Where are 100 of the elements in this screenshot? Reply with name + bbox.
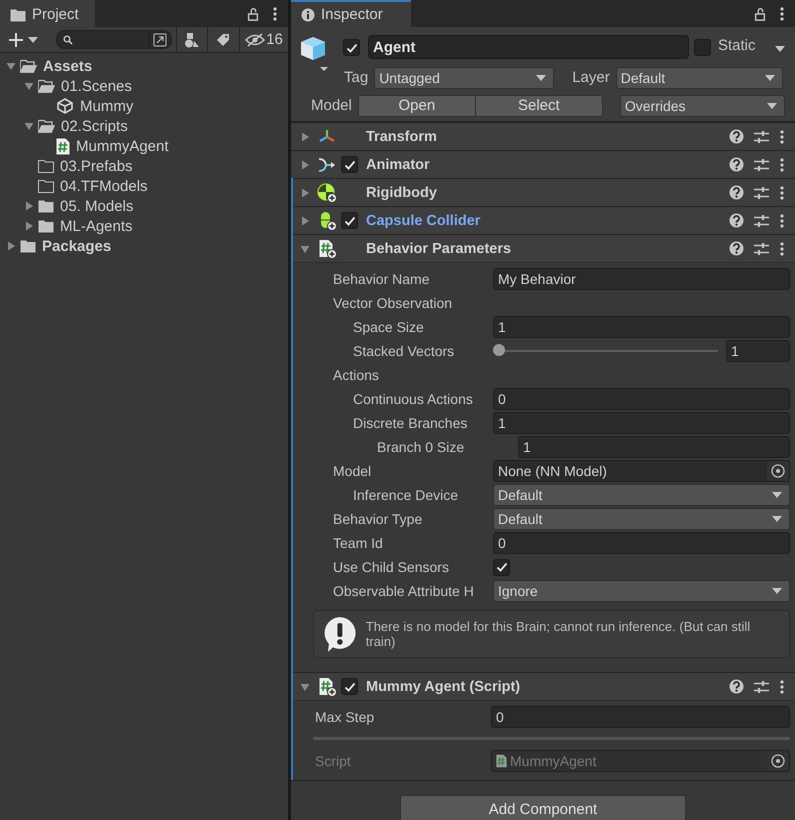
checkbox[interactable] <box>694 39 711 56</box>
cube-outline-icon <box>56 98 74 114</box>
preset-icon[interactable] <box>754 242 769 256</box>
dropdown[interactable]: Default <box>493 508 790 530</box>
expand-arrow-icon[interactable] <box>299 214 311 226</box>
menu-icon[interactable] <box>779 680 785 694</box>
tree-item[interactable]: Mummy <box>80 98 134 114</box>
preset-icon[interactable] <box>754 130 769 144</box>
check-icon <box>344 682 356 692</box>
tree-item[interactable]: ML-Agents <box>60 218 133 234</box>
expand-icon <box>153 32 168 46</box>
field-label: Behavior Type <box>333 511 422 527</box>
inspector-tab[interactable]: Inspector <box>291 0 411 27</box>
tree-item[interactable]: 05. Models <box>60 198 134 214</box>
expand-arrow-icon[interactable] <box>23 120 35 132</box>
menu-icon[interactable] <box>272 6 278 20</box>
project-tab[interactable]: Project <box>0 0 95 27</box>
tree-item[interactable]: 01.Scenes <box>61 78 132 94</box>
expand-arrow-icon[interactable] <box>23 200 35 212</box>
text-field[interactable]: My Behavior <box>493 268 790 290</box>
script-file-icon <box>56 138 70 154</box>
number-field[interactable]: 1 <box>726 340 790 362</box>
checkbox[interactable] <box>341 678 358 695</box>
field-label: Stacked Vectors <box>353 343 454 359</box>
expand-arrow-icon[interactable] <box>5 240 17 252</box>
expand-arrow-icon[interactable] <box>299 158 311 170</box>
preset-icon[interactable] <box>754 158 769 172</box>
help-icon[interactable] <box>729 241 744 256</box>
preset-icon[interactable] <box>754 680 769 694</box>
checkbox[interactable] <box>493 558 510 576</box>
text-field[interactable]: 0 <box>493 388 790 410</box>
check-icon <box>344 216 356 226</box>
tree-item[interactable]: 02.Scripts <box>61 118 128 134</box>
preset-icon[interactable] <box>754 186 769 200</box>
checkbox[interactable] <box>341 156 358 173</box>
expand-arrow-icon[interactable] <box>299 186 311 198</box>
caret-icon[interactable] <box>775 46 785 52</box>
tree-item[interactable]: Assets <box>43 58 92 74</box>
tree-item[interactable]: 04.TFModels <box>60 178 148 194</box>
dropdown[interactable]: Untagged <box>374 66 554 88</box>
checkbox[interactable] <box>341 212 358 229</box>
dropdown[interactable]: Default <box>616 66 783 88</box>
tree-item[interactable]: 03.Prefabs <box>60 158 133 174</box>
dropdown[interactable]: Default <box>493 484 790 506</box>
menu-icon[interactable] <box>779 214 785 228</box>
expand-arrow-icon[interactable] <box>299 130 311 142</box>
field-label: Use Child Sensors <box>333 559 449 575</box>
component-header[interactable]: Behavior Parameters <box>291 234 795 262</box>
menu-icon[interactable] <box>779 158 785 172</box>
target-icon[interactable] <box>771 464 785 478</box>
component-header[interactable]: Rigidbody <box>291 178 795 206</box>
tag-icon <box>216 32 230 46</box>
text-field[interactable]: 0 <box>493 532 790 554</box>
text-field[interactable]: 1 <box>493 412 790 434</box>
text-field[interactable]: 1 <box>493 316 790 338</box>
object-field[interactable]: None (NN Model) <box>493 460 790 482</box>
slider-thumb[interactable] <box>493 344 505 356</box>
component-name: Behavior Parameters <box>366 240 512 256</box>
hidden-packages-button[interactable]: 16 <box>239 26 288 52</box>
menu-icon[interactable] <box>779 130 785 144</box>
help-icon[interactable] <box>729 679 744 694</box>
select-button[interactable]: Select <box>476 96 602 116</box>
open-folder-icon <box>38 119 55 133</box>
dropdown[interactable]: Ignore <box>493 580 790 602</box>
checkbox[interactable] <box>343 39 360 56</box>
field-label: Discrete Branches <box>353 415 468 431</box>
menu-icon[interactable] <box>779 6 785 20</box>
help-icon[interactable] <box>729 213 744 228</box>
expand-arrow-icon[interactable] <box>23 220 35 232</box>
check-icon <box>346 42 358 52</box>
add-component-button[interactable]: Add Component <box>400 795 686 820</box>
help-icon[interactable] <box>729 157 744 172</box>
lock-icon[interactable] <box>246 6 260 20</box>
menu-icon[interactable] <box>779 186 785 200</box>
component-header[interactable]: Mummy Agent (Script) <box>291 672 795 700</box>
help-icon[interactable] <box>729 185 744 200</box>
lock-icon[interactable] <box>753 6 767 20</box>
menu-icon[interactable] <box>779 242 785 256</box>
help-icon[interactable] <box>729 129 744 144</box>
expand-arrow-icon[interactable] <box>23 80 35 92</box>
field-label: Observable Attribute H <box>333 583 474 599</box>
shapes-icon <box>184 32 200 48</box>
check-icon <box>344 160 356 170</box>
open-button[interactable]: Open <box>358 96 476 116</box>
component-header[interactable]: Capsule Collider <box>291 206 795 234</box>
section-label: Actions <box>333 367 379 383</box>
component-header[interactable]: Transform <box>291 122 795 150</box>
folder-icon <box>20 239 36 253</box>
text-field[interactable]: 1 <box>518 436 790 458</box>
text-field[interactable]: 0 <box>491 706 790 728</box>
dropdown[interactable]: Overrides <box>620 94 785 116</box>
name-field[interactable]: Agent <box>368 35 689 59</box>
preset-icon[interactable] <box>754 214 769 228</box>
search-field[interactable] <box>56 30 172 49</box>
tree-item[interactable]: MummyAgent <box>76 138 169 154</box>
caret-icon <box>764 74 775 80</box>
tree-item[interactable]: Packages <box>42 238 112 254</box>
expand-arrow-icon[interactable] <box>5 60 17 72</box>
info-icon <box>301 8 315 22</box>
component-header[interactable]: Animator <box>291 150 795 178</box>
